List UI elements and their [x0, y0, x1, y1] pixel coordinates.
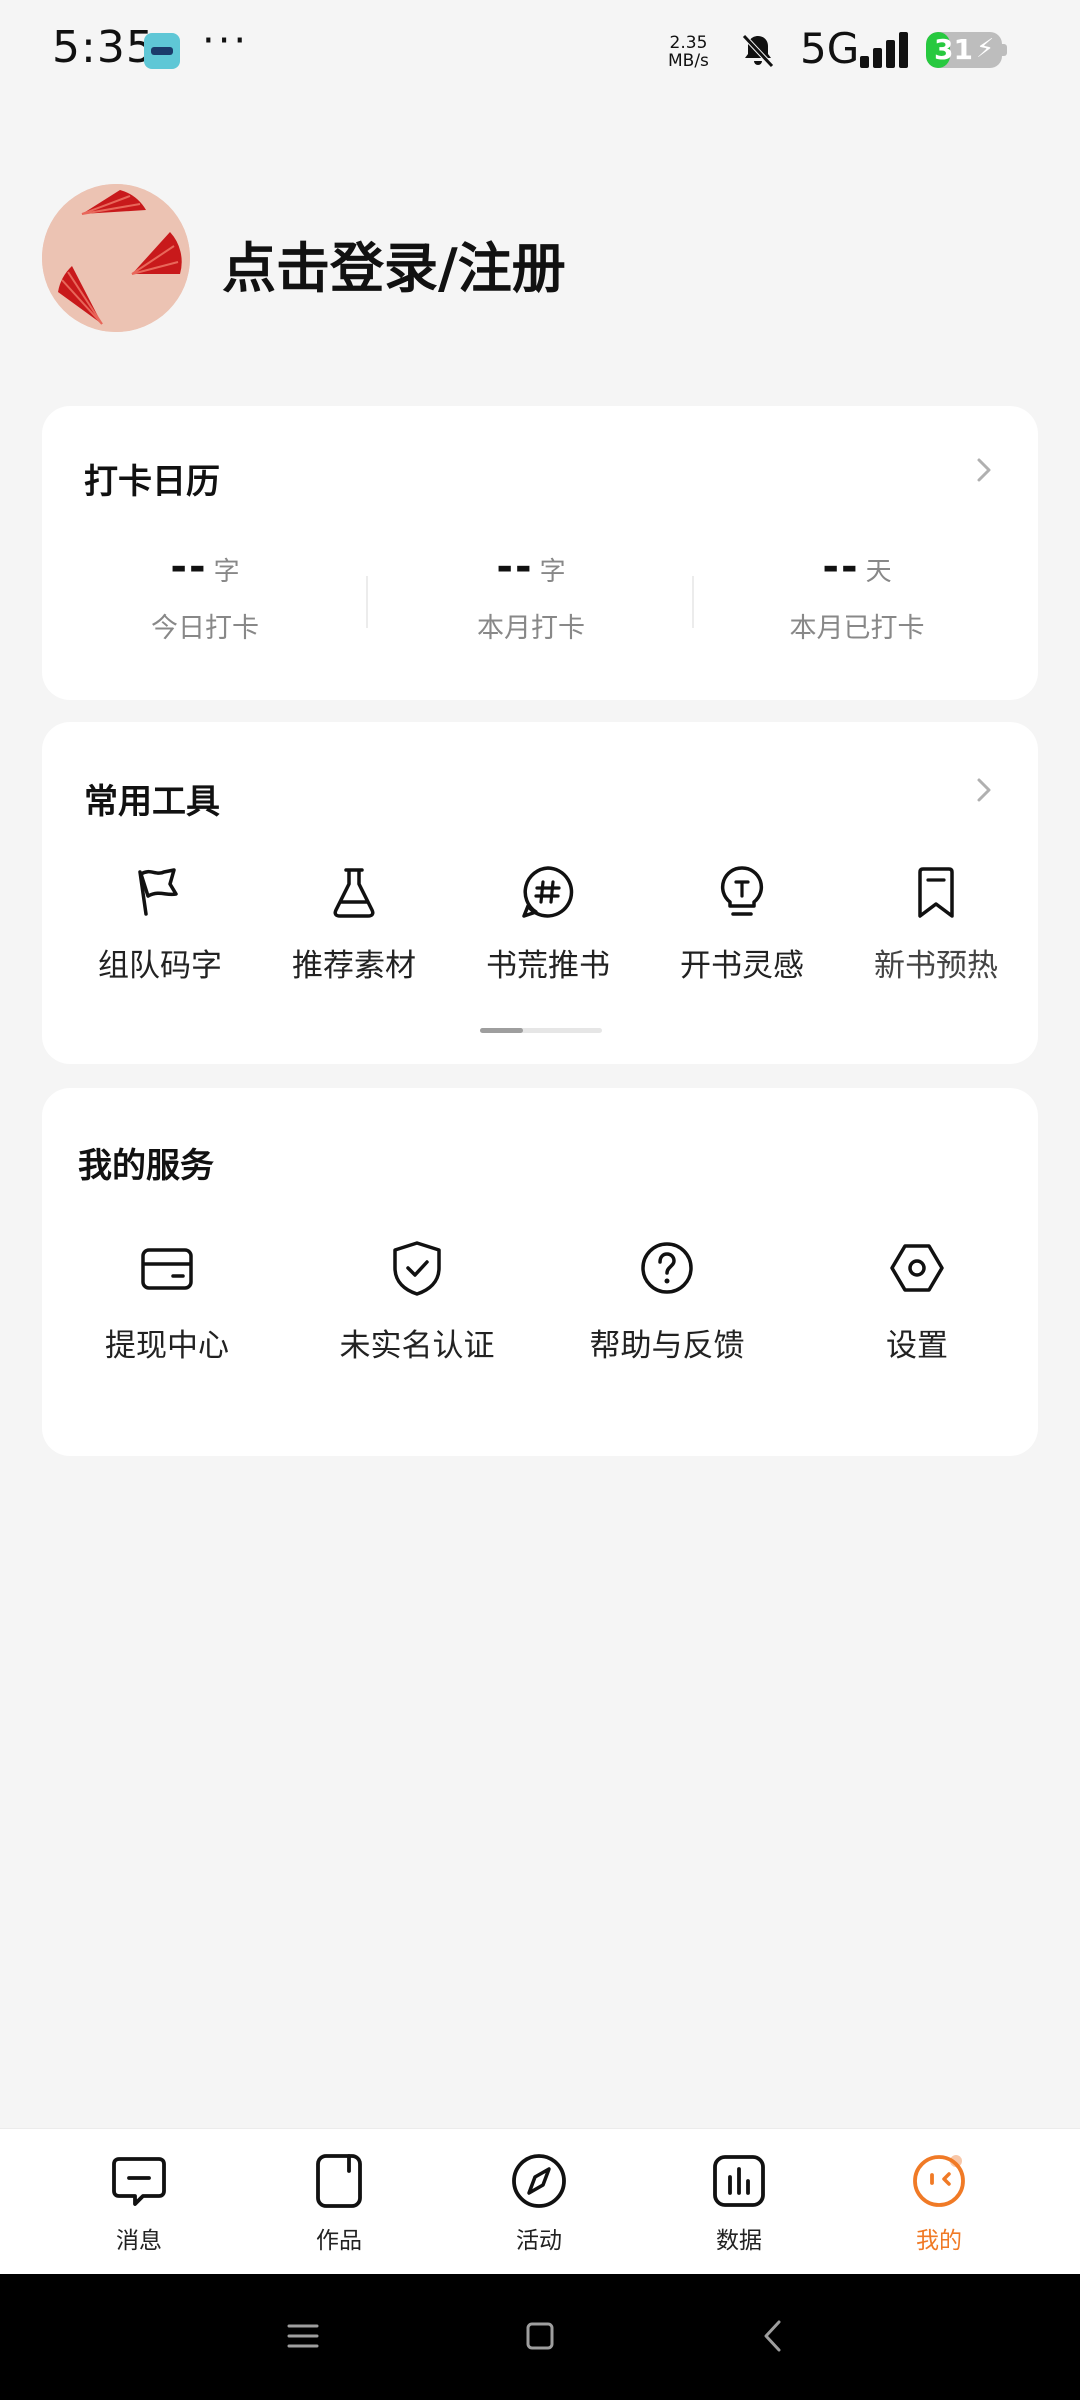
- flag-icon: [138, 868, 178, 916]
- tool-book-inspiration[interactable]: 开书灵感: [647, 862, 837, 985]
- tool-team-writing[interactable]: 组队码字: [65, 862, 255, 985]
- checkin-calendar-title: 打卡日历: [84, 462, 220, 502]
- service-withdrawal-center[interactable]: 提现中心: [42, 1238, 292, 1365]
- battery-level: 31: [934, 33, 973, 66]
- tool-label: 开书灵感: [680, 948, 804, 984]
- service-help-feedback[interactable]: 帮助与反馈: [542, 1238, 792, 1365]
- home-icon[interactable]: [518, 2314, 562, 2358]
- tools-scrollbar[interactable]: [480, 1028, 602, 1033]
- stat-month-days: -- 天 本月已打卡: [694, 544, 1020, 645]
- common-tools-card: 常用工具 组队码字 推荐素材 书荒推书 开书灵感 新书预热: [42, 722, 1038, 1064]
- service-label: 帮助与反馈: [589, 1328, 745, 1364]
- tool-label: 书荒推书: [486, 948, 610, 984]
- nav-label: 数据: [716, 2228, 762, 2254]
- stat-today: -- 字 今日打卡: [42, 544, 368, 645]
- status-time: 5:35: [52, 22, 155, 73]
- signal-icon: [860, 32, 908, 68]
- service-identity-verification[interactable]: 未实名认证: [292, 1238, 542, 1365]
- avatar-fan-pattern-icon: [42, 184, 190, 332]
- nav-messages[interactable]: 消息: [39, 2151, 239, 2255]
- service-settings[interactable]: 设置: [792, 1238, 1042, 1365]
- app-notification-icon: [144, 33, 180, 69]
- bookmark-icon: [918, 867, 954, 918]
- stat-label: 本月已打卡: [789, 613, 925, 644]
- book-icon: [316, 2154, 362, 2208]
- network-speed-unit: MB/s: [668, 51, 709, 71]
- checkin-calendar-card[interactable]: 打卡日历 -- 字 今日打卡 -- 字 本月打卡 -- 天 本月已打卡: [42, 406, 1038, 700]
- shield-check-icon: [393, 1241, 441, 1296]
- nav-mine[interactable]: 我的: [839, 2151, 1039, 2255]
- nav-works[interactable]: 作品: [239, 2151, 439, 2255]
- nav-label: 消息: [116, 2228, 162, 2254]
- nav-data[interactable]: 数据: [639, 2151, 839, 2255]
- charging-bolt-icon: ⚡: [976, 34, 995, 64]
- chevron-right-icon[interactable]: [970, 456, 998, 484]
- stat-label: 本月打卡: [477, 613, 585, 644]
- service-label: 设置: [886, 1328, 948, 1364]
- service-label: 提现中心: [105, 1328, 229, 1364]
- stat-unit: 字: [539, 557, 566, 587]
- nav-label: 活动: [516, 2228, 562, 2254]
- network-speed-value: 2.35: [669, 33, 708, 53]
- stat-value: --: [496, 544, 534, 590]
- tool-label: 推荐素材: [292, 948, 416, 984]
- battery-charging-icon: 31 ⚡: [926, 32, 1002, 68]
- status-bar: 5:35 ··· 2.35 MB/s 5G 31 ⚡: [0, 0, 1080, 100]
- avatar[interactable]: [42, 184, 190, 332]
- stat-unit: 天: [865, 557, 892, 587]
- system-navigation-bar: [0, 2274, 1080, 2400]
- nav-label: 我的: [916, 2228, 962, 2254]
- my-services-card: 我的服务 提现中心 未实名认证 帮助与反馈 设置: [42, 1088, 1038, 1456]
- nav-activities[interactable]: 活动: [439, 2151, 639, 2255]
- more-notifications-icon: ···: [202, 18, 250, 64]
- settings-hexagon-icon: [890, 1244, 944, 1292]
- tools-scroll-area[interactable]: 组队码字 推荐素材 书荒推书 开书灵感 新书预热: [42, 722, 1000, 1022]
- hashtag-bubble-icon: [522, 866, 574, 918]
- stat-value: --: [822, 544, 860, 590]
- battery-tip: [1002, 44, 1007, 56]
- bottom-navigation: 消息 作品 活动 数据 我的: [0, 2128, 1080, 2275]
- profile-face-icon: [913, 2155, 965, 2207]
- card-icon: [141, 1248, 193, 1290]
- bar-chart-icon: [713, 2155, 765, 2207]
- stat-unit: 字: [213, 557, 240, 587]
- stat-label: 今日打卡: [151, 613, 259, 644]
- tool-label: 新书预热: [874, 948, 998, 984]
- tools-scrollbar-thumb[interactable]: [480, 1028, 523, 1033]
- lightbulb-icon: [720, 866, 764, 916]
- question-circle-icon: [641, 1242, 693, 1294]
- login-register-link[interactable]: 点击登录/注册: [222, 224, 566, 303]
- network-speed: 2.35 MB/s: [668, 34, 709, 70]
- service-label: 未实名认证: [339, 1328, 495, 1364]
- compass-icon: [512, 2154, 566, 2208]
- message-icon: [112, 2157, 166, 2206]
- menu-icon[interactable]: [281, 2314, 325, 2358]
- tool-book-shortage[interactable]: 书荒推书: [453, 862, 643, 985]
- tool-recommended-material[interactable]: 推荐素材: [259, 862, 449, 985]
- tool-new-book-preheat[interactable]: 新书预热: [841, 862, 1000, 985]
- flask-icon: [333, 868, 375, 918]
- nav-label: 作品: [316, 2228, 362, 2254]
- stat-value: --: [170, 544, 208, 590]
- tool-label: 组队码字: [98, 948, 222, 984]
- bell-muted-icon: [742, 34, 774, 68]
- back-icon[interactable]: [752, 2314, 796, 2358]
- network-type: 5G: [800, 24, 860, 73]
- stat-month: -- 字 本月打卡: [368, 544, 694, 645]
- my-services-title: 我的服务: [78, 1146, 214, 1186]
